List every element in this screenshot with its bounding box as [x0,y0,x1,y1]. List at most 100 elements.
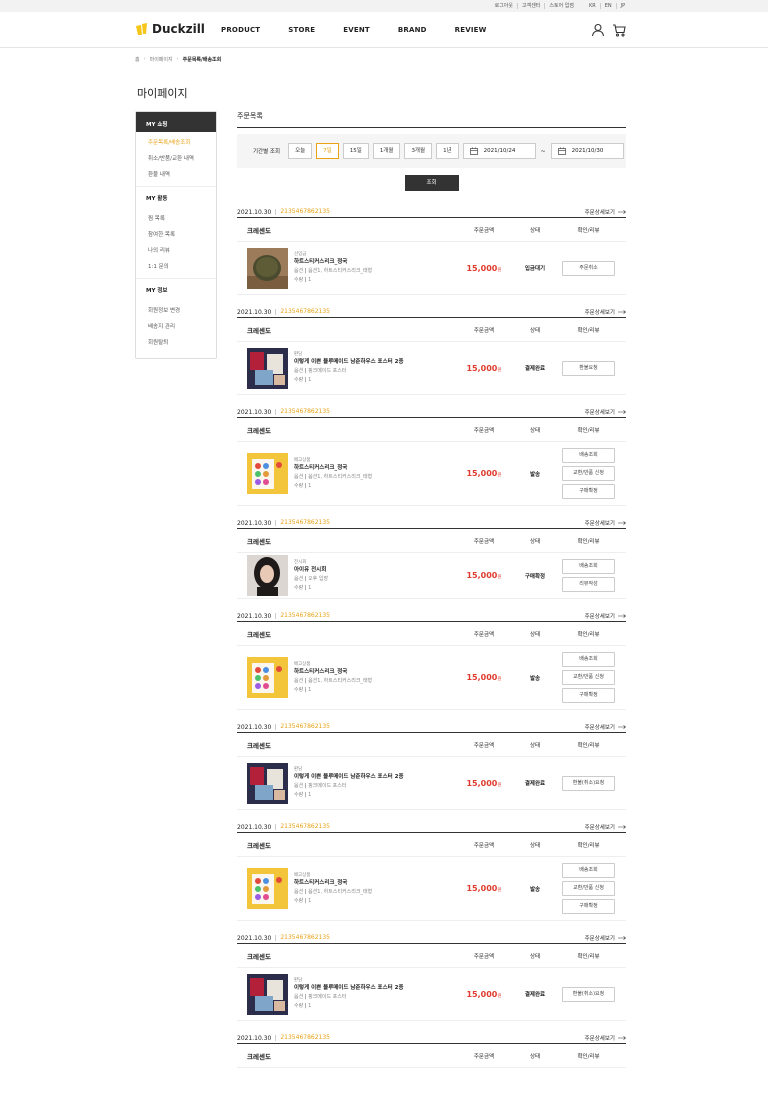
sidebar-item-participated[interactable]: 참여한 목록 [136,227,216,243]
product-name[interactable]: 하트스티커스리크_정국 [294,464,372,473]
product-thumbnail[interactable] [247,555,288,596]
order-number[interactable]: 2135467862135 [275,409,330,415]
product-name[interactable]: 하트스티커스리크_정국 [294,879,372,888]
order-action-button[interactable]: 배송조회 [562,863,615,878]
order-action-button[interactable]: 환불요청 [562,360,615,376]
sidebar-item-my-review[interactable]: 나의 리뷰 [136,243,216,259]
shop-name[interactable]: 크레센도 [237,536,449,546]
order-action-button[interactable]: 구매확정 [562,484,615,499]
product-name[interactable]: 이렇게 이쁜 블루메이드 남준하우스 포스터 2종 [294,984,404,993]
product-name[interactable]: 이렇게 이쁜 블루메이드 남준하우스 포스터 2종 [294,358,404,367]
sidebar-item-wishlist[interactable]: 찜 목록 [136,211,216,227]
date-from-input[interactable]: 2021/10/24 [462,143,536,159]
period-1m-button[interactable]: 1개월 [372,143,401,159]
cart-icon[interactable] [612,23,626,37]
product-thumbnail[interactable] [247,973,288,1015]
logout-link[interactable]: 로그아웃 [491,3,517,9]
product-thumbnail[interactable] [247,453,288,494]
order-number[interactable]: 2135467862135 [275,724,330,730]
lang-jp[interactable]: JP [615,3,630,9]
user-icon[interactable] [591,23,605,37]
order-action-button[interactable]: 교환/반품 신청 [562,670,615,685]
order-action-button[interactable]: 환불(취소)요청 [562,986,615,1002]
order-detail-link[interactable]: 주문상세보기 [585,934,626,942]
product-name[interactable]: 이렇게 이쁜 블루메이드 남준하우스 포스터 2종 [294,773,404,782]
period-7d-button[interactable]: 7일 [316,143,339,159]
order-number[interactable]: 2135467862135 [275,309,330,315]
product-cell: 판담 이렇게 이쁜 블루메이드 남준하우스 포스터 2종 옵션 | 핑크메이드 … [237,347,449,389]
order-action-button[interactable]: 배송조회 [562,559,615,574]
nav-event[interactable]: EVENT [343,26,370,34]
order-detail-link[interactable]: 주문상세보기 [585,723,626,731]
shop-name[interactable]: 크레센도 [237,840,449,850]
nav-store[interactable]: STORE [288,26,315,34]
order-action-button[interactable]: 배송조회 [562,448,615,463]
sidebar-item-cancel-return[interactable]: 취소/반품/교환 내역 [136,151,216,167]
order-detail-link[interactable]: 주문상세보기 [585,408,626,416]
shop-name[interactable]: 크레센도 [237,325,449,335]
order-number[interactable]: 2135467862135 [275,935,330,941]
period-3m-button[interactable]: 3개월 [404,143,433,159]
order-detail-link[interactable]: 주문상세보기 [585,308,626,316]
store-entry-link[interactable]: 스토어 입점 [544,3,578,9]
order-action-button[interactable]: 구매확정 [562,688,615,703]
customer-center-link[interactable]: 고객센터 [517,3,544,9]
order-action-button[interactable]: 교환/반품 신청 [562,881,615,896]
product-thumbnail[interactable] [247,868,288,909]
utility-bar: 로그아웃 고객센터 스토어 입점 KR EN JP [0,0,768,12]
order-detail-link[interactable]: 주문상세보기 [585,612,626,620]
lang-en[interactable]: EN [599,3,616,9]
order-number[interactable]: 2135467862135 [275,520,330,526]
product-thumbnail[interactable] [247,247,288,289]
date-to-input[interactable]: 2021/10/30 [550,143,624,159]
product-thumbnail[interactable] [247,762,288,804]
nav-review[interactable]: REVIEW [455,26,487,34]
shop-name[interactable]: 크레센도 [237,740,449,750]
order-number[interactable]: 2135467862135 [275,613,330,619]
order-action-button[interactable]: 리뷰작성 [562,577,615,592]
shop-name[interactable]: 크레센도 [237,425,449,435]
sidebar-item-edit-profile[interactable]: 회원정보 변경 [136,303,216,319]
order-action-button[interactable]: 환불(취소)요청 [562,775,615,791]
logo[interactable]: Duckzill [135,22,205,36]
product-thumbnail[interactable] [247,347,288,389]
period-today-button[interactable]: 오늘 [288,143,313,159]
product-name[interactable]: 아이유 전시회 [294,566,328,575]
order-detail-link[interactable]: 주문상세보기 [585,823,626,831]
product-name[interactable]: 하트스티커스리크_정국 [294,668,372,677]
shop-name[interactable]: 크레센도 [237,951,449,961]
sidebar-item-order-list[interactable]: 주문목록/배송조회 [136,135,216,151]
breadcrumb-mypage[interactable]: 마이페이지 [150,56,173,63]
period-15d-button[interactable]: 15일 [342,143,369,159]
order-detail-link[interactable]: 주문상세보기 [585,1034,626,1042]
order-action-button[interactable]: 구매확정 [562,899,615,914]
shop-name[interactable]: 크레센도 [237,629,449,639]
shop-name[interactable]: 크레센도 [237,225,449,235]
order-action-button[interactable]: 교환/반품 신청 [562,466,615,481]
sidebar-item-address[interactable]: 배송지 관리 [136,319,216,335]
order-detail-link[interactable]: 주문상세보기 [585,519,626,527]
product-thumbnail[interactable] [247,657,288,698]
product-quantity: 수량 | 1 [294,377,312,383]
order-action-button[interactable]: 배송조회 [562,652,615,667]
nav-brand[interactable]: BRAND [398,26,427,34]
product-category: 배고상품 [294,661,311,667]
order-detail-label: 주문상세보기 [584,410,615,416]
shop-name[interactable]: 크레센도 [237,1051,449,1061]
product-option: 옵션 | 핑크메이드 포스터 [294,994,347,1000]
sidebar-item-inquiry[interactable]: 1:1 문의 [136,259,216,275]
search-button[interactable]: 조회 [404,175,459,191]
option-label: 옵션 [294,473,304,480]
order-number[interactable]: 2135467862135 [275,824,330,830]
sidebar-item-refund[interactable]: 환불 내역 [136,167,216,183]
order-number[interactable]: 2135467862135 [275,1035,330,1041]
lang-kr[interactable]: KR [585,3,600,9]
order-detail-link[interactable]: 주문상세보기 [585,208,626,216]
order-action-button[interactable]: 주문취소 [562,260,615,276]
breadcrumb-home[interactable]: 홈 [135,56,140,63]
nav-product[interactable]: PRODUCT [221,26,260,34]
period-1y-button[interactable]: 1년 [436,143,459,159]
order-number[interactable]: 2135467862135 [275,209,330,215]
sidebar-item-withdraw[interactable]: 회원탈퇴 [136,335,216,351]
product-name[interactable]: 하트스티커스리크_정국 [294,258,372,267]
